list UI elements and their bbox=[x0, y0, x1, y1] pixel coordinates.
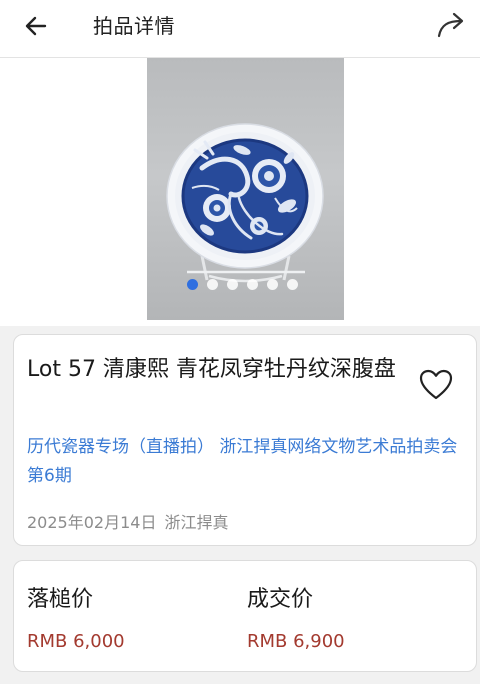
page-title: 拍品详情 bbox=[93, 14, 175, 38]
gallery-dot[interactable] bbox=[247, 278, 258, 290]
gallery-dot[interactable] bbox=[207, 278, 218, 290]
share-arrow-icon bbox=[437, 12, 464, 38]
gallery-dot[interactable] bbox=[187, 278, 198, 290]
deal-price: 成交价 RMB 6,900 bbox=[247, 581, 345, 652]
gallery-dot[interactable] bbox=[287, 278, 298, 290]
gallery-dot[interactable] bbox=[267, 278, 278, 290]
hammer-price-label: 落槌价 bbox=[27, 587, 94, 612]
arrow-left-icon bbox=[25, 16, 47, 36]
lot-info-card: Lot 57 清康熙 青花凤穿牡丹纹深腹盘 历代瓷器专场（直播拍） 浙江捍真网络… bbox=[13, 334, 477, 546]
favorite-button[interactable] bbox=[416, 365, 456, 405]
back-button[interactable] bbox=[14, 6, 58, 46]
deal-price-label: 成交价 bbox=[247, 587, 314, 612]
share-button[interactable] bbox=[428, 4, 474, 46]
heart-outline-icon bbox=[419, 369, 453, 400]
gallery-dot[interactable] bbox=[227, 278, 238, 290]
auction-session-link[interactable]: 历代瓷器专场（直播拍） 浙江捍真网络文物艺术品拍卖会第6期 bbox=[27, 433, 467, 491]
gallery-pagination bbox=[187, 278, 298, 290]
price-card: 落槌价 RMB 6,000 成交价 RMB 6,900 bbox=[13, 560, 477, 672]
deal-price-value: RMB 6,900 bbox=[247, 631, 345, 652]
hammer-price: 落槌价 RMB 6,000 bbox=[27, 581, 125, 652]
top-app-bar: 拍品详情 bbox=[0, 0, 480, 58]
hammer-price-value: RMB 6,000 bbox=[27, 631, 125, 652]
auction-date: 2025年02月14日 bbox=[27, 513, 157, 532]
lot-meta: 2025年02月14日 浙江捍真 bbox=[27, 509, 228, 533]
auction-house: 浙江捍真 bbox=[164, 513, 229, 532]
lot-title: Lot 57 清康熙 青花凤穿牡丹纹深腹盘 bbox=[27, 357, 396, 382]
image-gallery[interactable] bbox=[0, 58, 480, 326]
